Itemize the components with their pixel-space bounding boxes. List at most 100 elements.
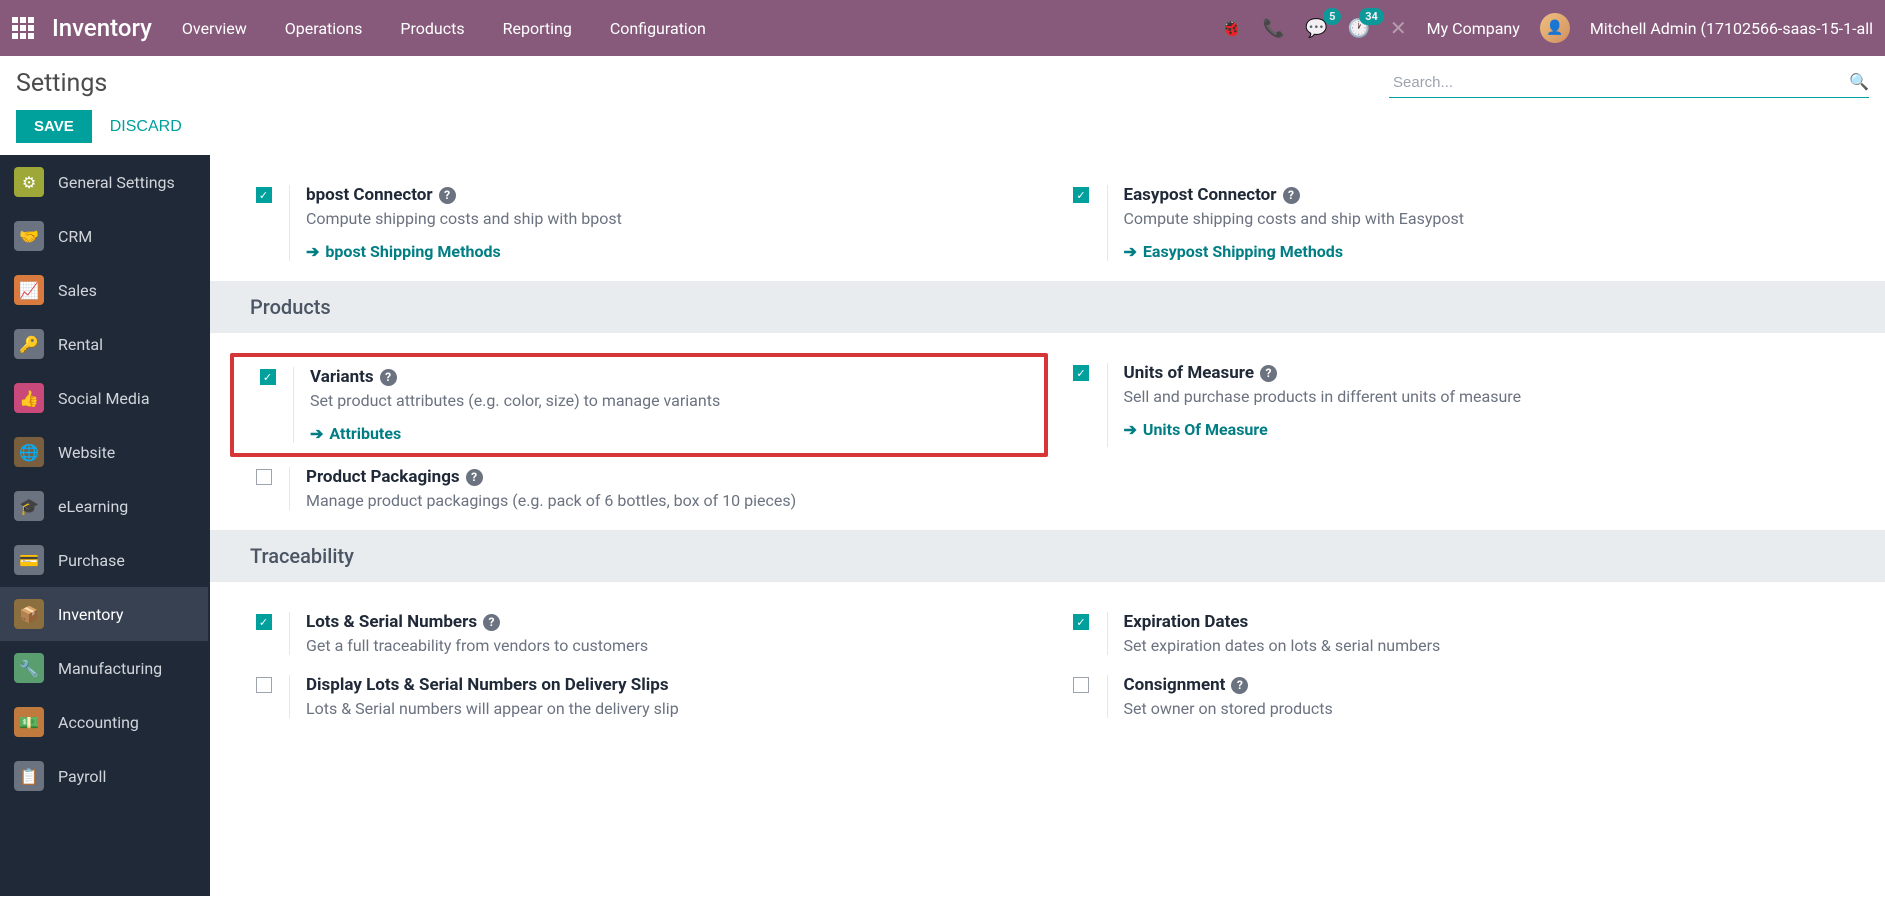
sidebar-item-accounting[interactable]: 💵 Accounting [0,695,208,749]
sidebar-item-purchase[interactable]: 💳 Purchase [0,533,208,587]
checkbox-col [1068,363,1108,447]
help-icon[interactable]: ? [380,369,397,386]
help-icon[interactable]: ? [466,469,483,486]
sidebar-label: Social Media [58,389,150,408]
discard-button[interactable]: DISCARD [110,118,182,136]
help-icon[interactable]: ? [1231,677,1248,694]
products-grid: Variants ? Set product attributes (e.g. … [210,333,1885,530]
help-icon[interactable]: ? [1260,365,1277,382]
nav-configuration[interactable]: Configuration [610,19,706,38]
setting-desc: Get a full traceability from vendors to … [306,636,1028,655]
checkbox-col [250,185,290,261]
nav-products[interactable]: Products [400,19,464,38]
traceability-grid: Lots & Serial Numbers ? Get a full trace… [210,582,1885,738]
setting-checkbox[interactable] [1073,365,1089,381]
checkbox-col [1068,675,1108,718]
setting-checkbox[interactable] [256,677,272,693]
navbar-right: 🐞 📞 💬5 🕐34 ✕ My Company 👤 Mitchell Admin… [1220,13,1873,43]
setting-product-packagings: Product Packagings ? Manage product pack… [230,457,1048,520]
setting-desc: Set expiration dates on lots & serial nu… [1124,636,1846,655]
activities-icon[interactable]: 🕐34 [1347,18,1369,39]
sidebar-item-payroll[interactable]: 📋Payroll [0,749,208,803]
setting-desc: Manage product packagings (e.g. pack of … [306,491,1028,510]
sidebar-item-rental[interactable]: 🔑Rental [0,317,208,371]
setting-checkbox[interactable] [256,187,272,203]
sidebar-item-crm[interactable]: 🤝CRM [0,209,208,263]
save-button[interactable]: SAVE [16,110,92,143]
help-icon[interactable]: ? [1283,187,1300,204]
help-icon[interactable]: ? [439,187,456,204]
search-input[interactable] [1389,68,1869,98]
setting-title: bpost Connector ? [306,185,1028,205]
setting-checkbox[interactable] [256,614,272,630]
arrow-icon: ➔ [310,424,323,443]
sidebar-label: CRM [58,227,92,246]
help-icon[interactable]: ? [483,614,500,631]
setting-desc: Compute shipping costs and ship with Eas… [1124,209,1846,228]
setting-bpost-connector: bpost Connector ? Compute shipping costs… [230,175,1048,271]
sidebar-item-elearning[interactable]: 🎓eLearning [0,479,208,533]
checkbox-col [254,367,294,443]
setting-desc: Sell and purchase products in different … [1124,387,1846,406]
sidebar-item-inventory[interactable]: 📦Inventory [0,587,208,641]
setting-body: bpost Connector ? Compute shipping costs… [306,185,1028,261]
sidebar-icon: 💳 [14,545,44,575]
sidebar-label: Purchase [58,551,125,570]
setting-body: Units of Measure ? Sell and purchase pro… [1124,363,1846,447]
sidebar-item-social-media[interactable]: 👍Social Media [0,371,208,425]
avatar[interactable]: 👤 [1540,13,1570,43]
sidebar-item-general-settings[interactable]: ⚙General Settings [0,155,208,209]
search-wrap: 🔍 [1389,68,1869,98]
setting-body: Lots & Serial Numbers ? Get a full trace… [306,612,1028,655]
sidebar-icon: 🔧 [14,653,44,683]
sidebar-item-website[interactable]: 🌐 Website [0,425,208,479]
messages-icon[interactable]: 💬5 [1305,18,1327,39]
settings-sidebar: ⚙General Settings🤝CRM 📈 Sales 🔑Rental👍Socia… [0,155,210,896]
page-header: Settings 🔍 [0,56,1885,110]
apps-launcher-icon[interactable] [12,17,34,39]
bug-icon[interactable]: 🐞 [1220,18,1242,39]
sidebar-label: Accounting [58,713,139,732]
setting-link[interactable]: ➔ Attributes [310,424,401,443]
setting-title: Product Packagings ? [306,467,1028,487]
user-menu[interactable]: Mitchell Admin (17102566-saas-15-1-all [1590,19,1873,38]
setting-checkbox[interactable] [1073,187,1089,203]
setting-checkbox[interactable] [1073,677,1089,693]
setting-title: Variants ? [310,367,1024,387]
setting-desc: Set product attributes (e.g. color, size… [310,391,1024,410]
sidebar-icon: 🎓 [14,491,44,521]
app-brand[interactable]: Inventory [52,14,152,42]
setting-consignment: Consignment ? Set owner on stored produc… [1048,665,1866,728]
sidebar-label: Sales [58,281,97,300]
sidebar-icon: 💵 [14,707,44,737]
setting-desc: Compute shipping costs and ship with bpo… [306,209,1028,228]
setting-title: Lots & Serial Numbers ? [306,612,1028,632]
sidebar-label: Website [58,443,115,462]
company-selector[interactable]: My Company [1427,19,1520,38]
setting-body: Expiration Dates Set expiration dates on… [1124,612,1846,655]
sidebar-icon: 🌐 [14,437,44,467]
action-bar: SAVE DISCARD [0,110,1885,155]
sidebar-item-manufacturing[interactable]: 🔧Manufacturing [0,641,208,695]
checkbox-col [250,675,290,718]
activities-badge: 34 [1359,8,1384,25]
nav-overview[interactable]: Overview [182,19,247,38]
sidebar-item-sales[interactable]: 📈 Sales [0,263,208,317]
setting-title: Display Lots & Serial Numbers on Deliver… [306,675,1028,695]
search-icon[interactable]: 🔍 [1849,72,1869,91]
close-icon[interactable]: ✕ [1390,16,1407,40]
main-layout: ⚙General Settings🤝CRM 📈 Sales 🔑Rental👍Socia… [0,155,1885,896]
setting-link[interactable]: ➔ Units Of Measure [1124,420,1268,439]
phone-icon[interactable]: 📞 [1263,18,1285,39]
settings-content: bpost Connector ? Compute shipping costs… [210,155,1885,896]
setting-checkbox[interactable] [260,369,276,385]
setting-checkbox[interactable] [1073,614,1089,630]
nav-operations[interactable]: Operations [285,19,363,38]
nav-reporting[interactable]: Reporting [503,19,572,38]
setting-checkbox[interactable] [256,469,272,485]
setting-expiration-dates: Expiration Dates Set expiration dates on… [1048,602,1866,665]
sidebar-icon: 📈 [14,275,44,305]
setting-link[interactable]: ➔ Easypost Shipping Methods [1124,242,1344,261]
sidebar-label: General Settings [58,173,175,192]
setting-link[interactable]: ➔ bpost Shipping Methods [306,242,501,261]
